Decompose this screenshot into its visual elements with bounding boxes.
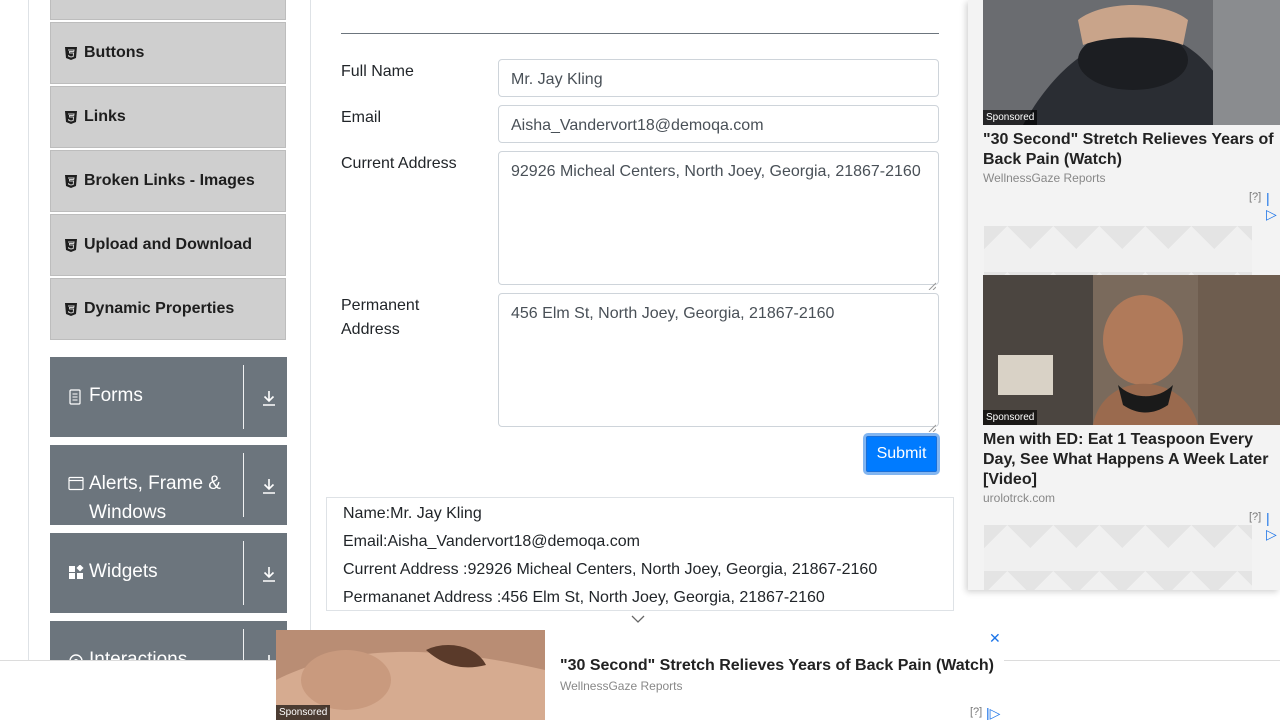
ad-source[interactable]: urolotrck.com bbox=[983, 491, 1055, 505]
group-widgets[interactable]: Widgets bbox=[50, 533, 287, 613]
html5-icon bbox=[65, 174, 77, 188]
ad-image-stretch[interactable]: Sponsored bbox=[983, 0, 1280, 125]
full-name-label: Full Name bbox=[341, 63, 414, 80]
output-name: Name:Mr. Jay Kling bbox=[343, 505, 482, 522]
group-label: Widgets bbox=[89, 561, 158, 582]
chevron-down-icon[interactable] bbox=[630, 612, 646, 624]
html5-icon bbox=[65, 238, 77, 252]
html5-icon bbox=[65, 46, 77, 60]
download-icon[interactable] bbox=[260, 477, 278, 495]
sidebar-item-label: Links bbox=[84, 108, 126, 125]
ad-info-link[interactable]: [?] bbox=[1249, 511, 1261, 523]
full-name-input[interactable]: Mr. Jay Kling bbox=[498, 59, 939, 97]
email-input[interactable]: Aisha_Vandervort18@demoqa.com bbox=[498, 105, 939, 143]
sidebar-item-dynamic-properties[interactable]: Dynamic Properties bbox=[50, 278, 286, 340]
output-email: Email:Aisha_Vandervort18@demoqa.com bbox=[343, 533, 640, 550]
ad-info-link[interactable]: [?] bbox=[1249, 191, 1261, 203]
sidebar-item-label: Dynamic Properties bbox=[84, 300, 235, 317]
current-address-text: 92926 Micheal Centers, North Joey, Georg… bbox=[511, 163, 921, 180]
sidebar-divider bbox=[310, 0, 311, 660]
resize-handle-icon[interactable] bbox=[928, 416, 937, 433]
ad-pattern bbox=[984, 226, 1252, 276]
sidebar-left-border bbox=[28, 0, 29, 660]
resize-handle-icon[interactable] bbox=[928, 274, 937, 291]
sidebar-item-cut[interactable] bbox=[50, 0, 286, 20]
ad-pattern bbox=[984, 525, 1252, 590]
html5-icon bbox=[65, 302, 77, 316]
sidebar-item-broken-links[interactable]: Broken Links - Images bbox=[50, 150, 286, 212]
group-label: Forms bbox=[89, 385, 143, 406]
output-permanent-address: Permananet Address :456 Elm St, North Jo… bbox=[343, 589, 825, 606]
window-icon bbox=[68, 476, 84, 492]
submit-button[interactable]: Submit bbox=[863, 433, 940, 475]
email-label: Email bbox=[341, 109, 382, 126]
permanent-address-textarea[interactable]: 456 Elm St, North Joey, Georgia, 21867-2… bbox=[498, 293, 939, 433]
html5-icon bbox=[65, 110, 77, 124]
sidebar-item-label: Upload and Download bbox=[84, 236, 252, 253]
group-forms[interactable]: Forms bbox=[50, 357, 287, 437]
sidebar-item-buttons[interactable]: Buttons bbox=[50, 22, 286, 84]
page: Buttons Links Broken Links - Images Uplo… bbox=[0, 0, 1280, 720]
permanent-address-label: Permanent Address bbox=[341, 297, 420, 338]
group-separator bbox=[243, 365, 244, 429]
adchoices-icon[interactable]: |▷ bbox=[1266, 510, 1280, 543]
sponsored-badge: Sponsored bbox=[276, 705, 331, 720]
close-icon[interactable]: ✕ bbox=[989, 630, 1001, 647]
sidebar-item-label: Broken Links - Images bbox=[84, 172, 255, 189]
current-address-label: Current Address bbox=[341, 155, 457, 172]
sponsored-badge: Sponsored bbox=[983, 110, 1038, 125]
sidebar-item-links[interactable]: Links bbox=[50, 86, 286, 148]
output-current-address: Current Address :92926 Micheal Centers, … bbox=[343, 561, 878, 578]
sidebar-item-label: Buttons bbox=[84, 44, 145, 61]
download-icon[interactable] bbox=[260, 565, 278, 583]
current-address-textarea[interactable]: 92926 Micheal Centers, North Joey, Georg… bbox=[498, 151, 939, 291]
header-rule bbox=[341, 33, 939, 34]
download-icon[interactable] bbox=[260, 389, 278, 407]
bottom-ad-image[interactable]: Sponsored bbox=[276, 630, 545, 720]
adchoices-icon[interactable]: |▷ bbox=[986, 705, 1000, 720]
adchoices-icon[interactable]: |▷ bbox=[1266, 190, 1280, 223]
ad-title[interactable]: Men with ED: Eat 1 Teaspoon Every Day, S… bbox=[983, 430, 1280, 490]
ad-info-link[interactable]: [?] bbox=[970, 706, 982, 718]
group-separator bbox=[243, 541, 244, 605]
group-alerts-frame-windows[interactable]: Alerts, Frame & Windows bbox=[50, 445, 287, 525]
widgets-icon bbox=[68, 564, 84, 581]
document-icon bbox=[68, 389, 84, 405]
permanent-address-text: 456 Elm St, North Joey, Georgia, 21867-2… bbox=[511, 305, 835, 322]
sidebar-item-upload-download[interactable]: Upload and Download bbox=[50, 214, 286, 276]
bottom-ad-source[interactable]: WellnessGaze Reports bbox=[560, 679, 683, 693]
sponsored-badge: Sponsored bbox=[983, 410, 1038, 425]
ad-title[interactable]: "30 Second" Stretch Relieves Years of Ba… bbox=[983, 130, 1280, 170]
group-label: Alerts, Frame & Windows bbox=[89, 473, 221, 523]
output-panel: Name:Mr. Jay Kling Email:Aisha_Vandervor… bbox=[326, 497, 954, 611]
bottom-ad-title[interactable]: "30 Second" Stretch Relieves Years of Ba… bbox=[560, 657, 994, 675]
ad-image-ed[interactable]: Sponsored bbox=[983, 275, 1280, 425]
ad-source[interactable]: WellnessGaze Reports bbox=[983, 171, 1106, 185]
group-separator bbox=[243, 453, 244, 517]
bottom-ad[interactable]: Sponsored "30 Second" Stretch Relieves Y… bbox=[276, 630, 1004, 720]
